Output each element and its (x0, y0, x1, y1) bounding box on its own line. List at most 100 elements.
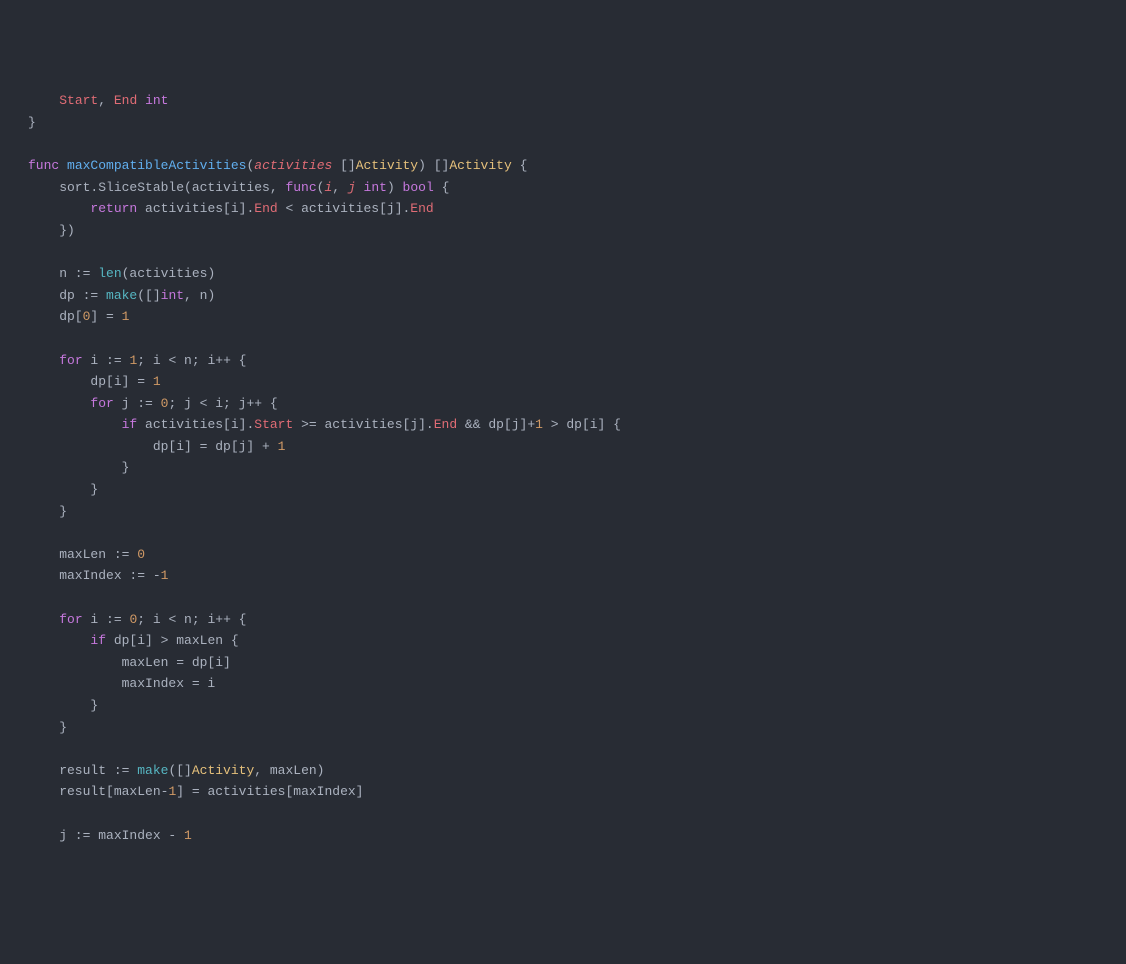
token-bfn: make (106, 288, 137, 303)
code-line[interactable]: } (28, 501, 1126, 523)
code-line[interactable]: maxIndex = i (28, 673, 1126, 695)
code-line[interactable]: sort.SliceStable(activities, func(i, j i… (28, 177, 1126, 199)
code-line[interactable]: if dp[i] > maxLen { (28, 630, 1126, 652)
token-ident: } (28, 504, 67, 519)
token-kw: func (28, 158, 59, 173)
token-kw: if (122, 417, 138, 432)
token-ident: dp[i] = (28, 374, 153, 389)
token-ident: { (434, 180, 450, 195)
token-ident (59, 158, 67, 173)
token-ident (137, 93, 145, 108)
code-line[interactable] (28, 738, 1126, 760)
code-line[interactable] (28, 587, 1126, 609)
code-line[interactable]: maxLen := 0 (28, 544, 1126, 566)
token-etyp: Activity (449, 158, 511, 173)
token-etyp: Activity (356, 158, 418, 173)
token-ident (28, 353, 59, 368)
code-line[interactable] (28, 242, 1126, 264)
code-line[interactable]: } (28, 695, 1126, 717)
token-ident: , maxLen) (254, 763, 324, 778)
token-typ: int (364, 180, 387, 195)
code-line[interactable]: maxIndex := -1 (28, 565, 1126, 587)
token-kw: for (59, 612, 82, 627)
token-ident: dp[ (28, 309, 83, 324)
code-line[interactable]: j := maxIndex - 1 (28, 825, 1126, 847)
token-bfn: make (137, 763, 168, 778)
token-ident: } (28, 115, 36, 130)
token-prop: End (254, 201, 277, 216)
token-prm: activities (254, 158, 332, 173)
token-ident: { (512, 158, 528, 173)
code-line[interactable]: func maxCompatibleActivities(activities … (28, 155, 1126, 177)
code-line[interactable]: n := len(activities) (28, 263, 1126, 285)
token-ident: < activities[j]. (278, 201, 411, 216)
token-ident: (activities) (122, 266, 216, 281)
token-ident: i := (83, 612, 130, 627)
token-ident: } (28, 460, 129, 475)
token-kw: for (59, 353, 82, 368)
token-ident: maxIndex = i (28, 676, 215, 691)
code-line[interactable] (28, 522, 1126, 544)
token-ident: [] (332, 158, 355, 173)
code-line[interactable]: dp[i] = 1 (28, 371, 1126, 393)
code-line[interactable]: if activities[i].Start >= activities[j].… (28, 414, 1126, 436)
token-ident: maxLen := (28, 547, 137, 562)
token-ident: dp[i] = dp[j] + (28, 439, 278, 454)
code-line[interactable]: } (28, 717, 1126, 739)
token-ident: ) [] (418, 158, 449, 173)
token-ident: result := (28, 763, 137, 778)
token-ident: result[maxLen- (28, 784, 168, 799)
token-ident: ([] (168, 763, 191, 778)
token-num: 1 (153, 374, 161, 389)
token-ident: ] = activities[maxIndex] (176, 784, 363, 799)
token-ident (28, 633, 90, 648)
token-typ: int (145, 93, 168, 108)
code-line[interactable]: maxLen = dp[i] (28, 652, 1126, 674)
token-num: 1 (161, 568, 169, 583)
token-ident: } (28, 720, 67, 735)
token-ident (28, 612, 59, 627)
code-line[interactable]: for j := 0; j < i; j++ { (28, 393, 1126, 415)
token-ident: , (98, 93, 114, 108)
token-ident: activities[i]. (137, 201, 254, 216)
token-prop: End (434, 417, 457, 432)
token-prop: End (410, 201, 433, 216)
code-line[interactable]: Start, End int (28, 90, 1126, 112)
token-ident: maxLen = dp[i] (28, 655, 231, 670)
code-line[interactable] (28, 328, 1126, 350)
code-line[interactable]: for i := 1; i < n; i++ { (28, 350, 1126, 372)
token-ident: ] = (90, 309, 121, 324)
code-line[interactable]: dp := make([]int, n) (28, 285, 1126, 307)
code-line[interactable]: return activities[i].End < activities[j]… (28, 198, 1126, 220)
token-ident: , (332, 180, 348, 195)
code-editor[interactable]: Start, End int} func maxCompatibleActivi… (0, 90, 1126, 846)
token-etyp: Activity (192, 763, 254, 778)
token-ident: ; j < i; j++ { (168, 396, 277, 411)
token-typ: int (161, 288, 184, 303)
token-ident: ; i < n; i++ { (137, 353, 246, 368)
token-ident (28, 93, 59, 108)
code-line[interactable]: } (28, 479, 1126, 501)
token-ident (28, 201, 90, 216)
code-line[interactable]: dp[i] = dp[j] + 1 (28, 436, 1126, 458)
code-line[interactable] (28, 134, 1126, 156)
token-typ: bool (403, 180, 434, 195)
token-kw: if (90, 633, 106, 648)
code-line[interactable]: } (28, 457, 1126, 479)
code-line[interactable]: result := make([]Activity, maxLen) (28, 760, 1126, 782)
code-line[interactable] (28, 803, 1126, 825)
token-ident (28, 396, 90, 411)
token-num: 1 (184, 828, 192, 843)
token-ident: dp := (28, 288, 106, 303)
token-ident (28, 417, 122, 432)
token-kw: return (90, 201, 137, 216)
code-line[interactable]: for i := 0; i < n; i++ { (28, 609, 1126, 631)
token-ident: , n) (184, 288, 215, 303)
code-line[interactable]: } (28, 112, 1126, 134)
code-line[interactable]: }) (28, 220, 1126, 242)
code-line[interactable]: result[maxLen-1] = activities[maxIndex] (28, 781, 1126, 803)
code-line[interactable]: dp[0] = 1 (28, 306, 1126, 328)
token-num: 1 (278, 439, 286, 454)
token-ident: } (28, 698, 98, 713)
token-num: 1 (122, 309, 130, 324)
